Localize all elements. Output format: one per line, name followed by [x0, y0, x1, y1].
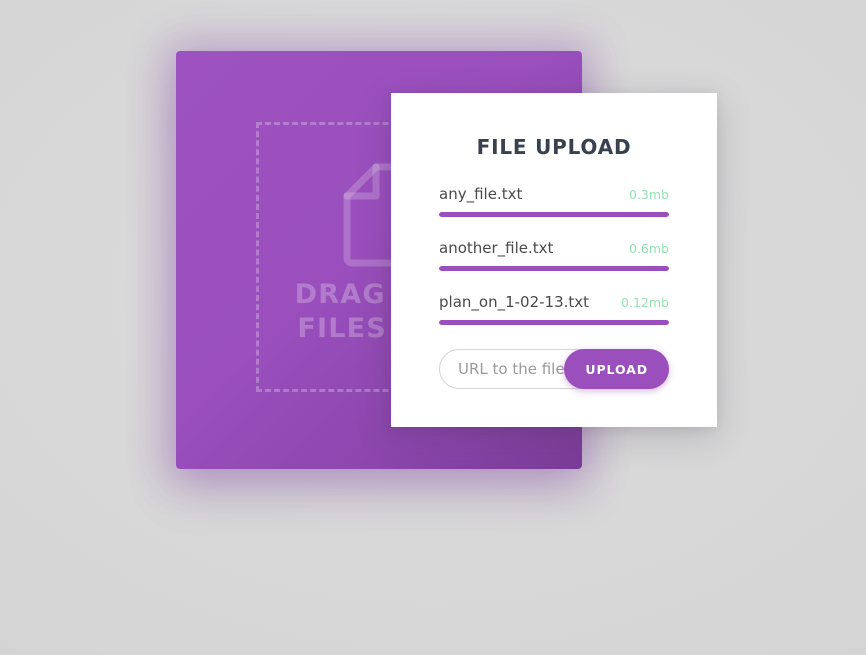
file-row: plan_on_1-02-13.txt 0.12mb: [439, 293, 669, 325]
file-size: 0.6mb: [629, 241, 669, 256]
progress-fill: [439, 320, 669, 325]
file-name: any_file.txt: [439, 185, 523, 203]
progress-fill: [439, 266, 669, 271]
progress-bar: [439, 266, 669, 271]
file-row-header: plan_on_1-02-13.txt 0.12mb: [439, 293, 669, 311]
file-upload-panel: FILE UPLOAD any_file.txt 0.3mb another_f…: [391, 93, 717, 427]
progress-fill: [439, 212, 669, 217]
page-title: FILE UPLOAD: [476, 135, 632, 159]
file-row: any_file.txt 0.3mb: [439, 185, 669, 217]
file-row-header: another_file.txt 0.6mb: [439, 239, 669, 257]
file-name: plan_on_1-02-13.txt: [439, 293, 590, 311]
file-row-header: any_file.txt 0.3mb: [439, 185, 669, 203]
upload-button[interactable]: UPLOAD: [564, 349, 669, 389]
file-row: another_file.txt 0.6mb: [439, 239, 669, 271]
file-name: another_file.txt: [439, 239, 554, 257]
file-size: 0.12mb: [621, 295, 669, 310]
progress-bar: [439, 212, 669, 217]
page-background: DRAG YOUR FILES HERE FILE UPLOAD any_fil…: [0, 0, 866, 655]
file-size: 0.3mb: [629, 187, 669, 202]
progress-bar: [439, 320, 669, 325]
url-upload-form: UPLOAD: [439, 349, 669, 389]
